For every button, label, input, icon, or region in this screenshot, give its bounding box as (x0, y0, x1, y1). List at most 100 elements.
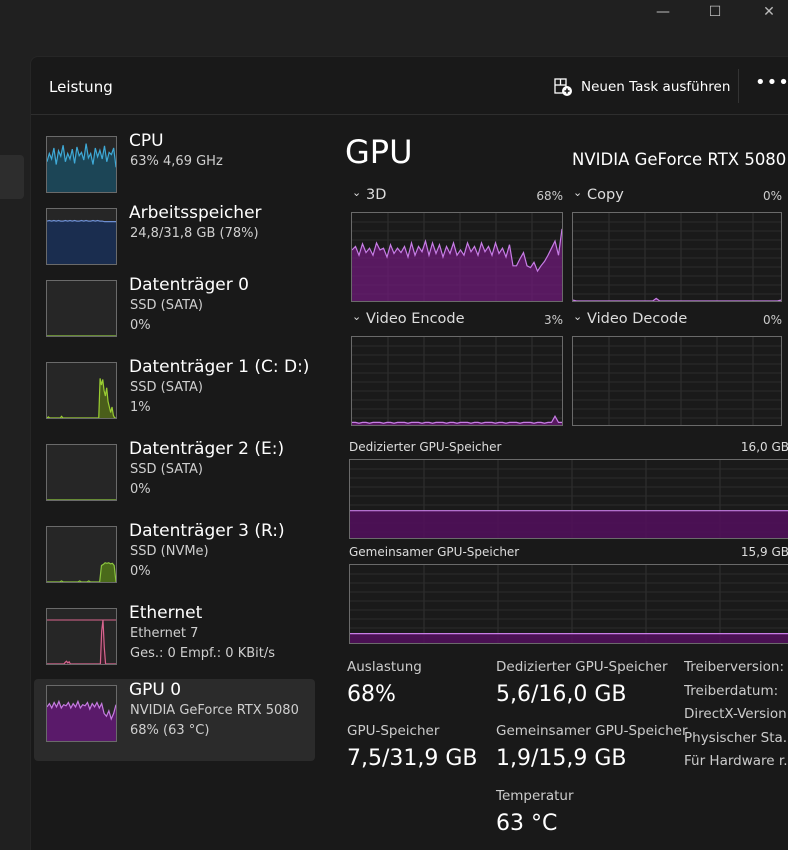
thumbnail-graph (46, 208, 117, 265)
sidebar-item-cpu[interactable]: CPU 63% 4,69 GHz (34, 130, 315, 212)
new-task-button[interactable]: Neuen Task ausführen (553, 75, 730, 99)
engine-percent: 0% (762, 313, 782, 327)
engine-label[interactable]: Video Decode (587, 311, 687, 327)
engine-label[interactable]: Video Encode (366, 311, 465, 327)
graph-svg (573, 337, 781, 425)
sidebar-item-gpu-0[interactable]: GPU 0 NVIDIA GeForce RTX 5080 68% (63 °C) (34, 679, 315, 761)
item-detail: 68% (63 °C) (130, 723, 210, 738)
sidebar-item-datentr-ger-1-c-d-[interactable]: Datenträger 1 (C: D:) SSD (SATA) 1% (34, 356, 315, 438)
sidebar-item-datentr-ger-2-e-[interactable]: Datenträger 2 (E:) SSD (SATA) 0% (34, 438, 315, 520)
item-name: Datenträger 0 (129, 275, 249, 295)
item-subtitle: SSD (SATA) (130, 380, 203, 395)
thumbnail-graph (46, 444, 117, 501)
item-name: Arbeitsspeicher (129, 203, 262, 223)
detail-label: DirectX-Version (684, 706, 787, 722)
sidebar-item-datentr-ger-3-r-[interactable]: Datenträger 3 (R:) SSD (NVMe) 0% (34, 520, 315, 602)
thumbnail-graph (46, 280, 117, 337)
graph-svg (47, 499, 116, 500)
new-task-label: Neuen Task ausführen (581, 79, 731, 95)
chevron-down-icon[interactable]: ⌄ (573, 310, 582, 323)
graph-svg (47, 562, 116, 582)
item-name: Ethernet (129, 603, 203, 623)
graph-svg (352, 213, 562, 301)
item-detail: Ges.: 0 Empf.: 0 KBit/s (130, 646, 276, 661)
chevron-down-icon[interactable]: ⌄ (573, 186, 582, 199)
item-subtitle: 24,8/31,8 GB (78%) (130, 226, 259, 241)
item-subtitle: SSD (SATA) (130, 462, 203, 477)
chevron-down-icon[interactable]: ⌄ (352, 186, 361, 199)
maximize-button[interactable]: ☐ (692, 0, 738, 26)
graph-svg (47, 143, 116, 192)
stat-value: 1,9/15,9 GB (496, 746, 627, 771)
item-detail: 0% (130, 564, 151, 579)
memory-label: Gemeinsamer GPU-Speicher (349, 545, 520, 559)
engine-percent: 68% (536, 189, 563, 203)
stat-value: 63 °C (496, 811, 558, 836)
graph-svg (350, 460, 788, 538)
thumbnail-area (47, 220, 116, 264)
thumbnail-graph (46, 136, 117, 193)
engine-graph (351, 336, 563, 426)
thumbnail-graph (46, 685, 117, 742)
item-name: Datenträger 2 (E:) (129, 439, 285, 459)
thumbnail-line (47, 619, 116, 664)
header: Leistung Neuen Task ausführen ••• (31, 57, 788, 115)
detail-label: Treiberdatum: (684, 682, 779, 699)
stat-value: 5,6/16,0 GB (496, 682, 627, 707)
item-name: GPU 0 (129, 680, 182, 700)
sidebar-item-datentr-ger-0[interactable]: Datenträger 0 SSD (SATA) 0% (34, 274, 315, 356)
item-subtitle: NVIDIA GeForce RTX 5080 (130, 703, 299, 718)
engine-label[interactable]: Copy (587, 187, 624, 203)
engine-graph (572, 212, 782, 302)
chevron-down-icon[interactable]: ⌄ (352, 310, 361, 323)
more-options-button[interactable]: ••• (755, 71, 788, 99)
item-name: CPU (129, 131, 164, 151)
sidebar-item-ethernet[interactable]: Ethernet Ethernet 7 Ges.: 0 Empf.: 0 KBit/… (34, 602, 315, 684)
thumbnail-graph (46, 526, 117, 583)
memory-area (350, 510, 788, 538)
graph-svg (573, 213, 781, 301)
minimize-button[interactable]: — (640, 0, 686, 26)
item-detail: 0% (130, 318, 151, 333)
item-name: Datenträger 1 (C: D:) (129, 357, 310, 377)
minimize-icon: — (656, 4, 670, 20)
memory-max: 15,9 GB (740, 545, 788, 559)
graph-svg (352, 337, 562, 425)
graph-svg (47, 699, 116, 741)
thumbnail-area (47, 562, 116, 582)
gpu-model: NVIDIA GeForce RTX 5080 (572, 150, 787, 169)
engine-percent: 3% (543, 313, 563, 327)
graph-svg (47, 219, 116, 264)
new-task-icon (554, 78, 572, 96)
item-subtitle: 63% 4,69 GHz (130, 154, 223, 169)
graph-svg (47, 619, 116, 664)
stat-label: Temperatur (496, 788, 574, 804)
detail-label: Physischer Sta... (684, 729, 788, 746)
close-button[interactable]: ✕ (746, 0, 788, 26)
memory-area (350, 633, 788, 643)
gpu-title: GPU (345, 133, 413, 171)
stat-label: Gemeinsamer GPU-Speicher (496, 723, 688, 739)
thumbnail-area (47, 378, 116, 418)
stat-value: 7,5/31,9 GB (347, 746, 478, 771)
engine-graph (572, 336, 782, 426)
maximize-icon: ☐ (708, 4, 722, 20)
performance-panel: Leistung Neuen Task ausführen ••• CPU 63%… (30, 56, 788, 850)
stat-label: Auslastung (347, 659, 422, 675)
engine-line (352, 414, 562, 424)
item-subtitle: SSD (SATA) (130, 298, 203, 313)
stat-label: GPU-Speicher (347, 723, 440, 739)
thumbnail-graph (46, 362, 117, 419)
engine-graph (351, 212, 563, 302)
stat-value: 68% (347, 682, 396, 707)
graph-svg (350, 565, 788, 643)
engine-percent: 0% (762, 189, 782, 203)
engine-label[interactable]: 3D (366, 187, 386, 203)
nav-selected-item[interactable] (0, 155, 24, 199)
item-subtitle: SSD (NVMe) (130, 544, 209, 559)
item-detail: 0% (130, 482, 151, 497)
item-name: Datenträger 3 (R:) (129, 521, 285, 541)
memory-label: Dedizierter GPU-Speicher (349, 440, 502, 454)
page-title: Leistung (49, 78, 113, 96)
sidebar-item-arbeitsspeicher[interactable]: Arbeitsspeicher 24,8/31,8 GB (78%) (34, 202, 315, 284)
